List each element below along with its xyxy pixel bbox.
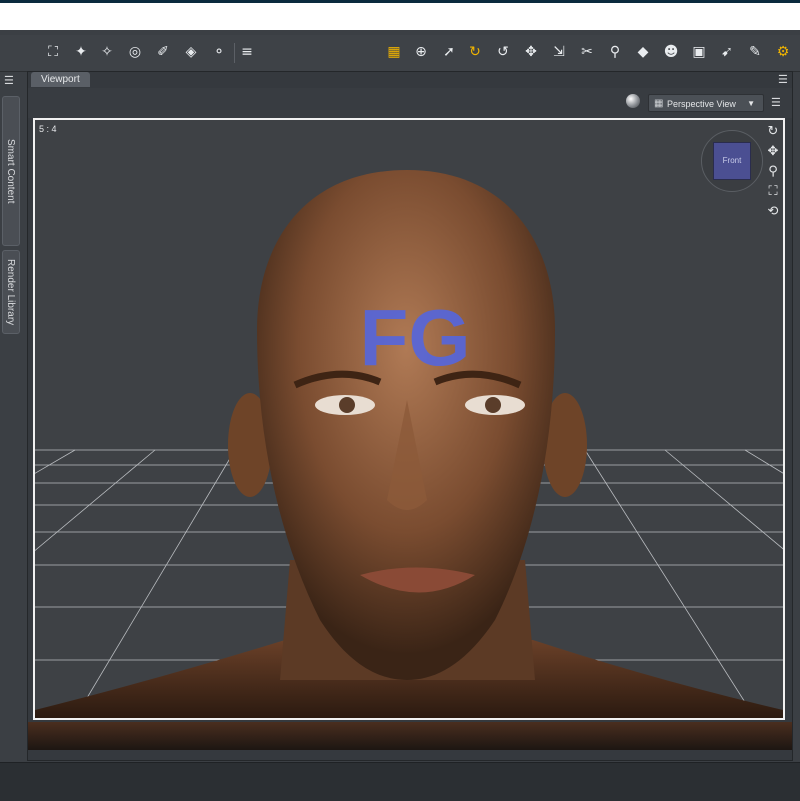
active-pose-icon[interactable]: ▦	[385, 43, 403, 61]
geometry-sculpt-icon[interactable]: ⚲	[606, 43, 624, 61]
orbit-icon[interactable]: ↻	[765, 122, 781, 142]
rotate-icon[interactable]: ↻	[466, 43, 484, 61]
render-settings-icon[interactable]: ⚙	[774, 43, 792, 61]
reset-icon[interactable]: ⟲	[765, 202, 781, 222]
region-navigator-icon[interactable]: ◎	[126, 43, 144, 61]
right-iris	[485, 397, 501, 413]
figure-icon[interactable]: ◆	[634, 43, 652, 61]
node-selection-icon[interactable]: ➚	[440, 43, 458, 61]
joint-editor-icon[interactable]: ✦	[72, 43, 90, 61]
view-select-label: Perspective View	[667, 99, 736, 109]
left-sidebar: ☰ Smart Content Render Library	[0, 72, 22, 762]
viewport-scene[interactable]: FG 5 : 4 Front ↻ ✥ ⚲ ⛶ ⟲	[33, 118, 785, 720]
status-bar	[0, 762, 800, 801]
left-iris	[339, 397, 355, 413]
camera-icon[interactable]: ▣	[690, 43, 708, 61]
toolbar-separator	[234, 43, 235, 63]
view-select[interactable]: ▦ Perspective View ▼	[648, 94, 764, 112]
align-icon[interactable]: ≡	[238, 43, 256, 61]
edit-icon[interactable]: ✎	[746, 43, 764, 61]
translate-icon[interactable]: ↺	[494, 43, 512, 61]
panel-menu-icon[interactable]: ☰	[778, 73, 788, 86]
tab-viewport-label: Viewport	[41, 74, 80, 85]
draw-style-icon[interactable]	[626, 94, 640, 108]
people-icon[interactable]: ☻	[662, 43, 680, 61]
surface-selection-icon[interactable]: ✧	[98, 43, 116, 61]
spot-render-icon[interactable]: ➹	[718, 43, 736, 61]
surface-select-icon[interactable]: ⇲	[550, 43, 568, 61]
view-cube[interactable]: Front	[701, 130, 763, 192]
view-cube-face[interactable]: Front	[713, 142, 751, 180]
camera-controls: ↻ ✥ ⚲ ⛶ ⟲	[765, 122, 781, 222]
pan-icon[interactable]: ✥	[765, 142, 781, 162]
grid-view-icon: ▦	[654, 98, 664, 109]
aspect-ratio-label: 5 : 4	[39, 124, 57, 134]
scale-icon[interactable]: ✥	[522, 43, 540, 61]
tab-viewport[interactable]: Viewport	[31, 72, 90, 87]
transform-icon[interactable]: ✐	[154, 43, 172, 61]
viewport-bottom	[28, 722, 792, 750]
tab-smart-content-label: Smart Content	[5, 138, 16, 204]
zoom-icon[interactable]: ⚲	[765, 162, 781, 182]
frame-icon[interactable]: ⛶	[765, 182, 781, 202]
window-top-strip	[0, 0, 800, 30]
chevron-down-icon: ▼	[747, 99, 755, 108]
forehead-text: FG	[359, 293, 470, 382]
tool-settings-icon[interactable]: ⚬	[210, 43, 228, 61]
scene-render: FG	[35, 170, 783, 718]
main-toolbar: ⛶ ✦ ✧ ◎ ✐ ◈ ⚬ ≡ ▦ ⊕ ➚ ↻ ↺ ✥ ⇲ ✂ ⚲ ◆ ☻ ▣ …	[0, 35, 800, 72]
viewport-menu-icon[interactable]: ☰	[771, 96, 781, 109]
tab-render-library[interactable]: Render Library	[2, 250, 20, 334]
node-camera-icon[interactable]: ⛶	[44, 43, 62, 61]
tab-render-library-label: Render Library	[5, 258, 16, 326]
sidebar-menu-icon[interactable]: ☰	[4, 74, 14, 87]
node-weight-icon[interactable]: ✂	[578, 43, 596, 61]
geometry-editor-icon[interactable]: ◈	[182, 43, 200, 61]
universal-tool-icon[interactable]: ⊕	[412, 43, 430, 61]
tab-smart-content[interactable]: Smart Content	[2, 96, 20, 246]
